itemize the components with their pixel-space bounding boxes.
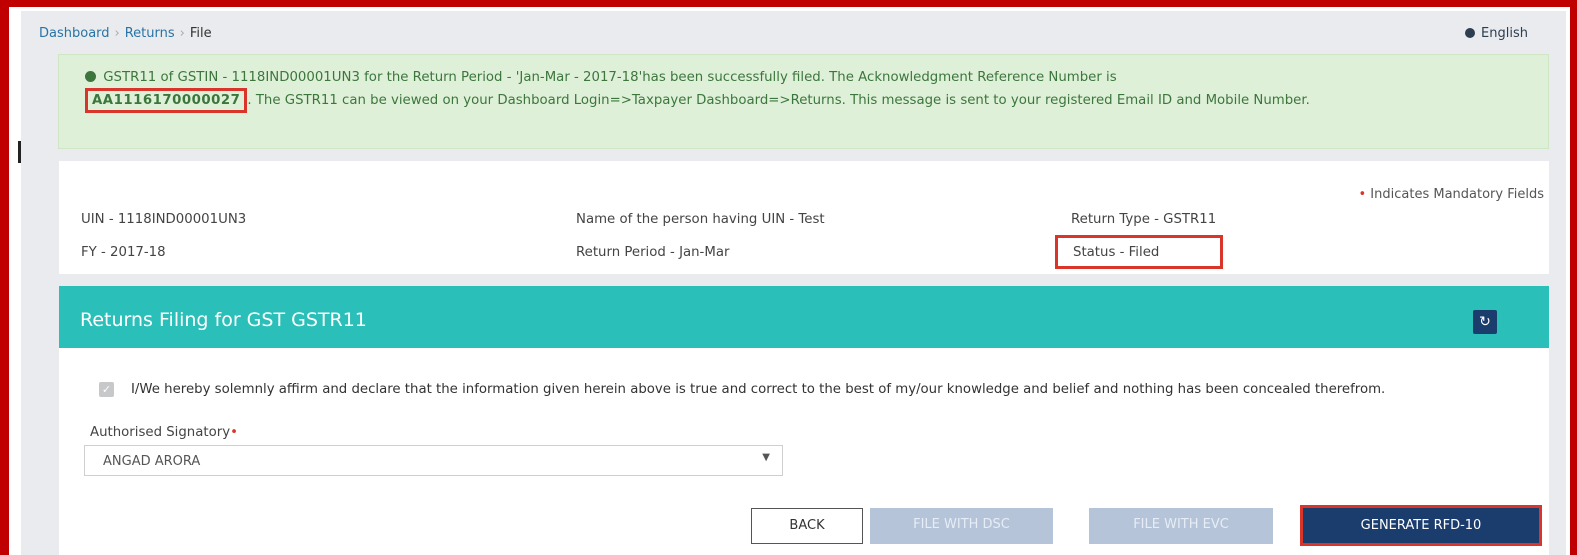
return-type-field: Return Type - GSTR11 (1071, 212, 1217, 227)
top-bar: Dashboard › Returns › File English (21, 11, 1566, 51)
required-marker: • (230, 425, 238, 440)
generate-rfd-10-button[interactable]: GENERATE RFD-10 (1300, 505, 1542, 546)
alert-message: GSTR11 of GSTIN - 1118IND00001UN3 for th… (85, 68, 1540, 113)
language-selector[interactable]: English (1465, 26, 1528, 41)
refresh-icon: ↻ (1479, 314, 1491, 330)
filing-title: Returns Filing for GST GSTR11 (80, 309, 367, 331)
return-info-panel: • Indicates Mandatory Fields UIN - 1118I… (59, 161, 1549, 274)
breadcrumb-separator: › (114, 26, 120, 41)
uin-field: UIN - 1118IND00001UN3 (81, 212, 247, 227)
required-marker: • (1358, 187, 1367, 202)
file-with-dsc-button[interactable]: FILE WITH DSC (870, 508, 1053, 544)
language-label: English (1481, 26, 1528, 41)
alert-text-part2: . The GSTR11 can be viewed on your Dashb… (247, 93, 1310, 108)
globe-icon (1465, 28, 1476, 38)
breadcrumb-dashboard[interactable]: Dashboard (39, 26, 110, 41)
breadcrumb: Dashboard › Returns › File (39, 26, 212, 41)
declaration-text: I/We hereby solemnly affirm and declare … (131, 382, 1386, 397)
check-circle-icon (85, 71, 96, 82)
caret-down-icon: ▼ (762, 452, 770, 463)
return-period-field: Return Period - Jan-Mar (576, 245, 730, 260)
success-alert: GSTR11 of GSTIN - 1118IND00001UN3 for th… (58, 54, 1549, 149)
breadcrumb-separator: › (179, 26, 185, 41)
mandatory-note-text: Indicates Mandatory Fields (1370, 187, 1544, 202)
page: Dashboard › Returns › File English GSTR11 of… (21, 11, 1566, 555)
filing-body: ✓ I/We hereby solemnly affirm and declar… (59, 348, 1549, 555)
filing-header: Returns Filing for GST GSTR11 ↻ (59, 286, 1549, 348)
file-with-evc-button[interactable]: FILE WITH EVC (1089, 508, 1273, 544)
signatory-label: Authorised Signatory• (90, 425, 238, 440)
signatory-label-text: Authorised Signatory (90, 425, 231, 440)
breadcrumb-current: File (189, 26, 212, 41)
breadcrumb-returns[interactable]: Returns (125, 26, 175, 41)
alert-text-part1: GSTR11 of GSTIN - 1118IND00001UN3 for th… (103, 70, 1117, 85)
refresh-button[interactable]: ↻ (1473, 310, 1497, 334)
signatory-value: ANGAD ARORA (103, 454, 201, 469)
signatory-select[interactable]: ANGAD ARORA ▼ (84, 445, 783, 476)
mandatory-note: • Indicates Mandatory Fields (1358, 187, 1544, 202)
fy-field: FY - 2017-18 (81, 245, 166, 260)
back-button[interactable]: BACK (751, 508, 863, 544)
status-field: Status - Filed (1055, 235, 1223, 269)
acknowledgment-number: AA1116170000027 (85, 88, 248, 113)
person-name-field: Name of the person having UIN - Test (576, 212, 825, 227)
